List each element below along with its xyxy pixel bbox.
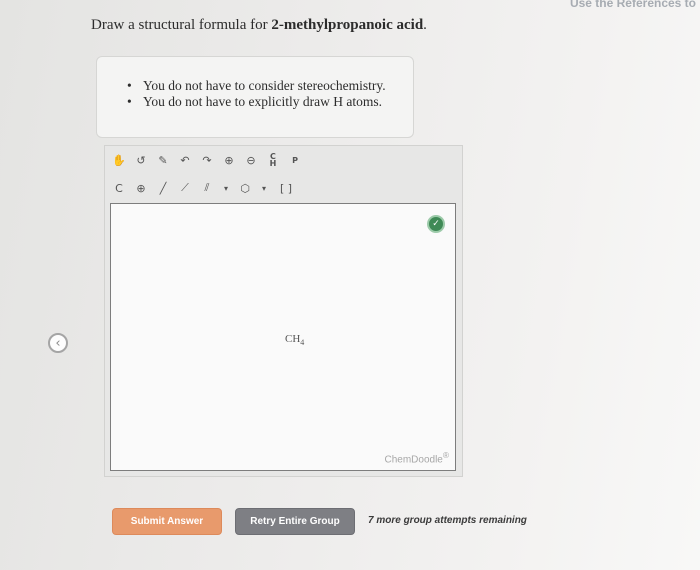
bracket-icon[interactable]: [ ] [275,180,297,196]
toolbar-row-1: ✋ ↺ ✎ ↶ ↷ ⊕ ⊖ C H P [111,148,303,172]
brand-mark: ® [442,449,449,460]
toolbar-row-2: C ⊕ ╱ ⟋ ⫽ ▾ ⬡ ▾ [ ] [111,176,297,200]
zoom-out-icon[interactable]: ⊖ [243,152,259,168]
periodic-table-icon[interactable]: P [287,152,303,168]
zoom-in-icon[interactable]: ⊕ [221,152,237,168]
element-dropdown[interactable]: C [111,180,127,196]
charge-icon[interactable]: ⊕ [133,180,149,196]
compound-name: 2-methylpropanoic acid [271,17,424,33]
templates-icon-text: C H [269,152,277,168]
chemdoodle-editor: ✋ ↺ ✎ ↶ ↷ ⊕ ⊖ C H P C ⊕ ╱ ⟋ ⫽ ▾ ⬡ ▾ [ ] … [104,145,463,477]
hint-item-stereochemistry: You do not have to consider stereochemis… [127,78,386,94]
hint-box: You do not have to consider stereochemis… [96,56,414,138]
templates-icon[interactable]: C H [265,152,281,168]
attempts-remaining: 7 more group attempts remaining [368,515,527,526]
ring-icon[interactable]: ⬡ [237,180,253,196]
question-prefix: Draw a structural formula for [91,17,272,33]
wedge-bond-icon[interactable]: ⟋ [177,180,193,196]
references-link[interactable]: Use the References to [570,0,696,10]
hint-list: You do not have to consider stereochemis… [127,78,386,110]
single-bond-icon[interactable]: ╱ [155,180,171,196]
chemdoodle-brand: ChemDoodle® [384,450,449,465]
bond-dropdown-icon[interactable]: ▾ [221,180,231,196]
undo-icon[interactable]: ↶ [177,152,193,168]
hand-tool-icon[interactable]: ✋ [111,152,127,168]
collapse-arrow-icon[interactable]: ‹ [48,333,68,353]
lasso-icon[interactable]: ↺ [133,152,149,168]
ring-dropdown-icon[interactable]: ▾ [259,180,269,196]
eraser-icon[interactable]: ✎ [155,152,171,168]
drawing-canvas[interactable]: ✓ CH4 ChemDoodle® [110,203,456,471]
atom-label[interactable]: CH4 [285,333,304,347]
question-suffix: . [423,17,427,33]
retry-group-button[interactable]: Retry Entire Group [235,508,355,535]
checkmark-icon[interactable]: ✓ [427,215,445,233]
redo-icon[interactable]: ↷ [199,152,215,168]
atom-symbol: CH [285,333,301,345]
hint-item-h-atoms: You do not have to explicitly draw H ato… [127,94,386,110]
double-bond-icon[interactable]: ⫽ [199,180,215,196]
brand-text: ChemDoodle [384,454,443,465]
submit-answer-button[interactable]: Submit Answer [112,508,222,535]
periodic-table-icon-text: P [292,155,298,165]
atom-subscript: 4 [300,338,305,348]
question-prompt: Draw a structural formula for 2-methylpr… [91,17,427,34]
